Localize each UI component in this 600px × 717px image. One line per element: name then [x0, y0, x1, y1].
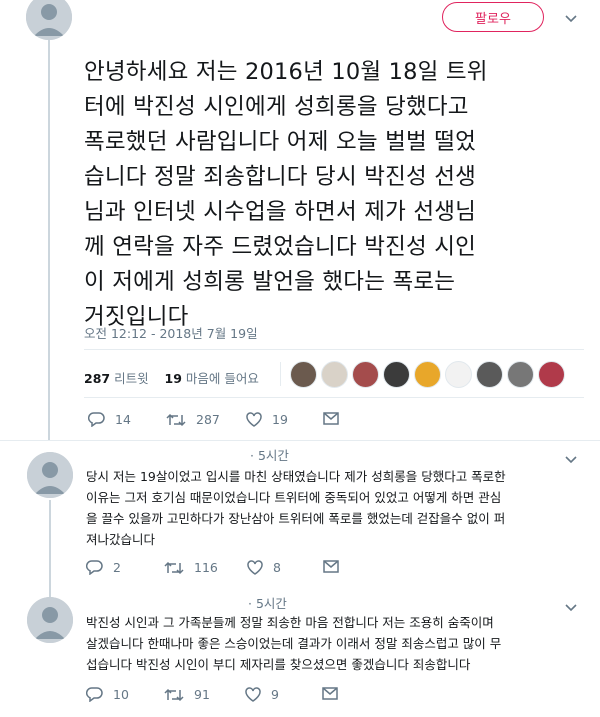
divider [84, 397, 584, 398]
divider [84, 349, 584, 350]
retweet-count: 287 [196, 412, 220, 427]
retweet-icon [164, 688, 184, 702]
like-count[interactable]: 19 [165, 371, 182, 386]
reply-line: 져나갔습니다 [86, 532, 156, 547]
retweet-action[interactable]: 116 [164, 560, 218, 575]
default-avatar-icon [27, 452, 73, 498]
liker-avatar[interactable] [414, 361, 441, 388]
tweet-line: 님과 인터넷 시수업을 하면서 제가 선생님 [84, 199, 477, 225]
tweet-line: 께 연락을 자주 드렸었습니다 박진성 시인 [84, 234, 477, 260]
thread-line [48, 40, 50, 440]
direct-message-action[interactable] [323, 412, 349, 425]
liker-avatar[interactable] [507, 361, 534, 388]
default-avatar-icon [26, 0, 72, 40]
retweet-action[interactable]: 287 [166, 412, 220, 427]
like-action[interactable]: 8 [247, 560, 281, 575]
follow-button[interactable]: 팔로우 [442, 2, 544, 32]
heart-icon [246, 412, 262, 427]
reply-icon [86, 687, 103, 702]
envelope-icon [323, 560, 339, 573]
liker-avatar[interactable] [538, 361, 565, 388]
liker-avatar[interactable] [445, 361, 472, 388]
retweet-icon [166, 413, 186, 427]
liker-avatar[interactable] [383, 361, 410, 388]
tweet-line: 폭로했던 사람입니다 어제 오늘 벌벌 떨었 [84, 129, 477, 155]
like-count: 19 [272, 412, 288, 427]
direct-message-action[interactable] [322, 687, 348, 700]
reply-count: 10 [113, 687, 129, 702]
reply-line: 박진성 시인과 그 가족분들께 정말 죄송한 마음 전합니다 저는 조용히 숨죽… [86, 615, 494, 630]
tweet-stats: 287 리트윗 19 마음에 들어요 [84, 368, 259, 387]
reply-text: 박진성 시인과 그 가족분들께 정말 죄송한 마음 전합니다 저는 조용히 숨죽… [86, 612, 501, 675]
retweet-label[interactable]: 리트윗 [114, 371, 149, 386]
liker-avatar[interactable] [321, 361, 348, 388]
reply-avatar[interactable] [27, 597, 73, 643]
reply-action[interactable]: 10 [86, 687, 129, 702]
retweet-count: 116 [194, 560, 218, 575]
reply-line: 살겠습니다 한때나마 좋은 스승이었는데 결과가 이래서 정말 죄송스럽고 많이… [86, 636, 502, 651]
reply-line: 섭습니다 박진성 시인이 부디 제자리를 찾으셨으면 좋겠습니다 죄송합니다 [86, 657, 471, 672]
like-action[interactable]: 9 [245, 687, 279, 702]
liker-avatar[interactable] [352, 361, 379, 388]
reply-line: 당시 저는 19살이었고 입시를 마친 상태였습니다 제가 성희롱을 당했다고 … [86, 469, 506, 484]
divider [0, 440, 600, 441]
direct-message-action[interactable] [323, 560, 349, 573]
reply-line: 을 끌수 있을까 고민하다가 장난삼아 트위터에 폭로를 했었는데 걷잡을수 없… [86, 511, 506, 526]
chevron-down-icon[interactable] [565, 453, 577, 468]
heart-icon [247, 560, 263, 575]
envelope-icon [323, 412, 339, 425]
likers-list [290, 361, 565, 388]
tweet-timestamp[interactable]: 오전 12:12 - 2018년 7월 19일 [84, 323, 258, 342]
like-action[interactable]: 19 [246, 412, 288, 427]
stats-separator [280, 362, 281, 386]
like-label[interactable]: 마음에 들어요 [186, 371, 259, 386]
chevron-down-icon[interactable] [565, 601, 577, 616]
tweet-line: 습니다 정말 죄송합니다 당시 박진성 선생 [84, 164, 477, 190]
heart-icon [245, 687, 261, 702]
liker-avatar[interactable] [476, 361, 503, 388]
reply-count: 14 [115, 412, 131, 427]
thread-line [49, 500, 51, 612]
retweet-icon [164, 561, 184, 575]
tweet-text: 안녕하세요 저는 2016년 10월 18일 트위 터에 박진성 시인에게 성희… [84, 55, 584, 335]
reply-time[interactable]: · 5시간 [250, 445, 289, 464]
reply-icon [86, 560, 103, 575]
reply-text: 당시 저는 19살이었고 입시를 마친 상태였습니다 제가 성희롱을 당했다고 … [86, 466, 506, 550]
envelope-icon [322, 687, 338, 700]
like-count: 9 [271, 687, 279, 702]
chevron-down-icon[interactable] [565, 12, 577, 27]
default-avatar-icon [27, 597, 73, 643]
reply-count: 2 [113, 560, 121, 575]
reply-avatar[interactable] [27, 452, 73, 498]
reply-time[interactable]: · 5시간 [248, 593, 287, 612]
tweet-line: 이 저에게 성희롱 발언을 했다는 폭로는 [84, 269, 456, 295]
author-avatar[interactable] [26, 0, 72, 40]
reply-action[interactable]: 14 [88, 412, 131, 427]
tweet-line: 터에 박진성 시인에게 성희롱을 당했다고 [84, 94, 469, 120]
tweet-line: 안녕하세요 저는 2016년 10월 18일 트위 [84, 59, 488, 85]
liker-avatar[interactable] [290, 361, 317, 388]
retweet-count[interactable]: 287 [84, 371, 110, 386]
reply-line: 이유는 그저 호기심 때문이었습니다 트위터에 중독되어 있었고 어떻게 하면 … [86, 490, 502, 505]
like-count: 8 [273, 560, 281, 575]
reply-action[interactable]: 2 [86, 560, 121, 575]
retweet-action[interactable]: 91 [164, 687, 210, 702]
retweet-count: 91 [194, 687, 210, 702]
reply-icon [88, 412, 105, 427]
